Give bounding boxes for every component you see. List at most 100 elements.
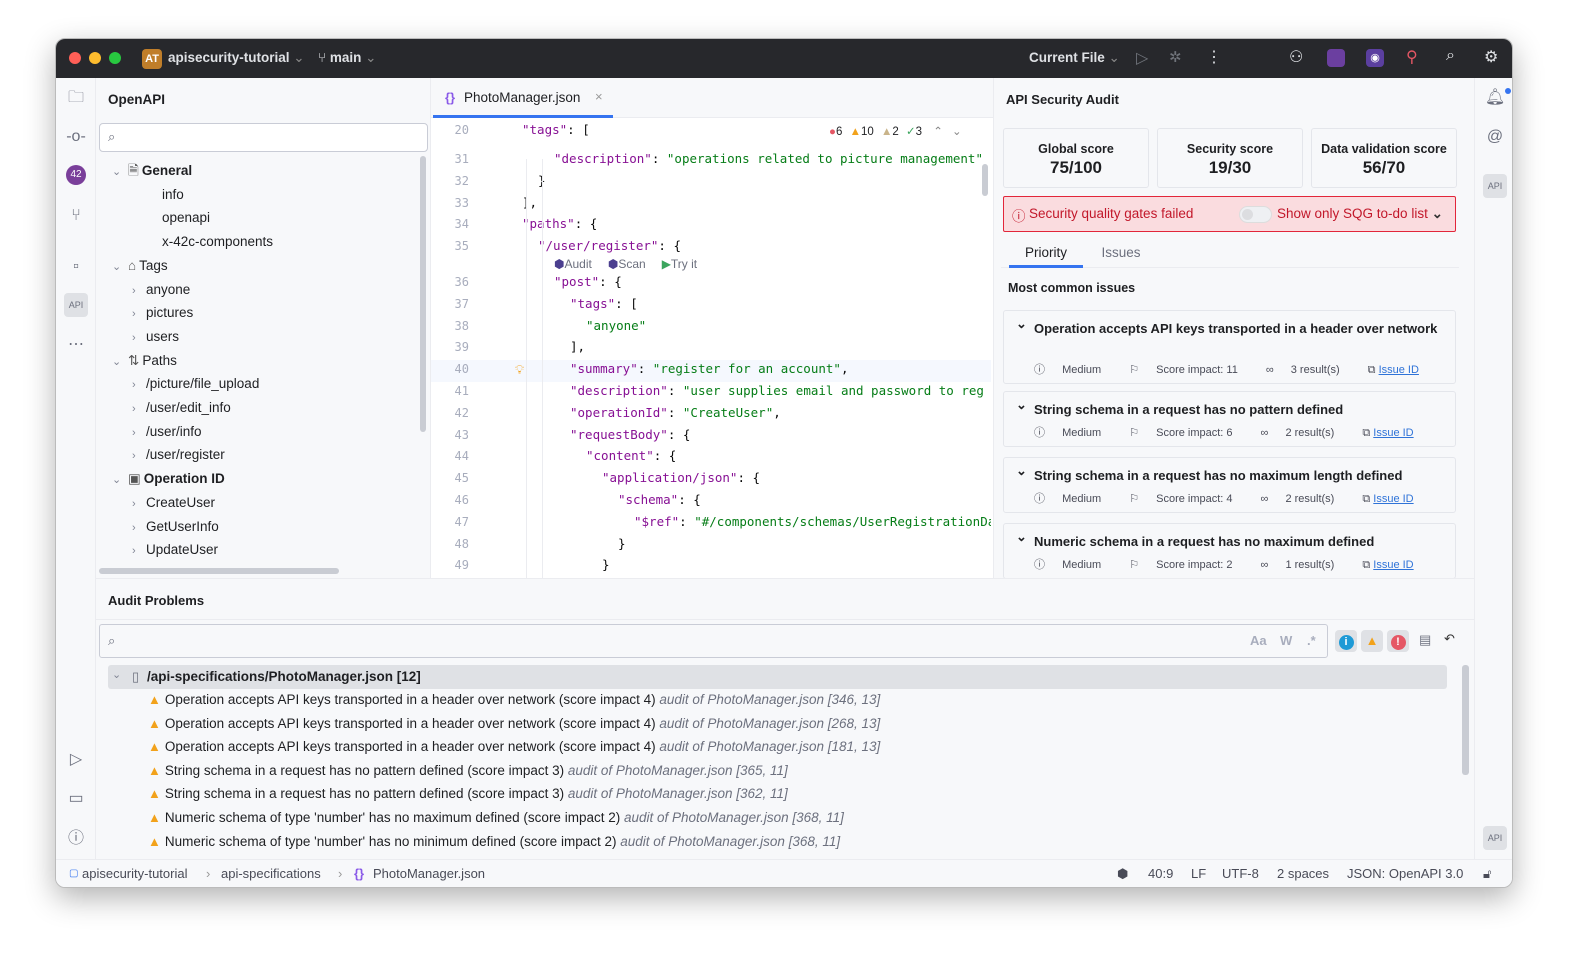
lightbulb-icon[interactable]: 💡︎ (515, 362, 524, 378)
issue-id-link[interactable]: Issue ID (1373, 493, 1413, 505)
tab-issues[interactable]: Issues (1091, 242, 1151, 268)
problem-row[interactable]: ▲ Operation accepts API keys transported … (148, 713, 880, 735)
code-line[interactable]: "tags": [ (522, 122, 590, 137)
code-line[interactable]: "application/json": { (602, 470, 760, 485)
chevron-down-icon[interactable]: ⌄ (1016, 316, 1027, 332)
tree-item[interactable]: openapi (148, 207, 210, 229)
run-config-selector[interactable]: Current File ⌄ (1029, 50, 1120, 66)
close-tab-icon[interactable]: × (595, 89, 603, 104)
tree-item[interactable]: ›/picture/file_upload (132, 373, 259, 395)
match-case-toggle[interactable]: Aa (1250, 633, 1267, 648)
encoding[interactable]: UTF-8 (1222, 860, 1259, 887)
file-type[interactable]: JSON: OpenAPI 3.0 (1347, 860, 1463, 887)
info-filter-button[interactable]: i (1335, 630, 1357, 652)
issue-id-link[interactable]: Issue ID (1373, 427, 1413, 439)
chevron-right-icon[interactable]: › (132, 422, 146, 444)
cursor-position[interactable]: 40:9 (1148, 860, 1173, 887)
chevron-right-icon[interactable]: › (132, 445, 146, 467)
issue-card[interactable]: ⌄ String schema in a request has no maxim… (1003, 457, 1456, 513)
codelens-scan[interactable]: ⬢Scan (608, 257, 646, 271)
more-icon[interactable]: ⋮ (1206, 47, 1222, 67)
tree-item[interactable]: › anyone (132, 279, 190, 301)
code-line[interactable]: "description": "operations related to pi… (554, 151, 983, 166)
chevron-right-icon[interactable]: › (132, 280, 146, 302)
tree-item[interactable]: ⌄ 🗎 General (112, 160, 192, 182)
lock-icon[interactable]: 🔓︎ (1483, 860, 1491, 887)
add-user-icon[interactable]: ⚇ (1289, 47, 1303, 67)
editor-scrollbar[interactable] (982, 164, 988, 196)
problems-search-input[interactable]: ⌕ Aa W .* (99, 624, 1328, 658)
code-line[interactable]: "requestBody": { (570, 427, 690, 442)
audit-plugin-icon[interactable] (1327, 49, 1345, 67)
openapi-search-input[interactable]: ⌕ (99, 123, 428, 152)
chevron-down-icon[interactable]: ⌄ (112, 469, 126, 491)
refresh-icon[interactable]: ↶ (1444, 631, 1455, 647)
tree-item[interactable]: ›/user/info (132, 421, 202, 443)
debug-icon[interactable]: ✲ (1169, 48, 1182, 66)
scan-plugin-icon[interactable]: ◉ (1366, 49, 1384, 67)
pull-requests-icon[interactable]: ⑂ (64, 204, 88, 228)
problems-scrollbar[interactable] (1462, 665, 1469, 775)
tree-item[interactable]: › users (132, 326, 179, 348)
breadcrumb-folder[interactable]: api-specifications (221, 860, 321, 887)
more-tools-icon[interactable]: ⋯ (64, 333, 88, 357)
issue-id-link[interactable]: Issue ID (1379, 364, 1419, 376)
code-line[interactable]: ], (570, 339, 585, 354)
issue-id-link[interactable]: Issue ID (1373, 559, 1413, 571)
chevron-right-icon[interactable]: › (132, 327, 146, 349)
tree-vertical-scrollbar[interactable] (420, 156, 426, 432)
code-line[interactable]: "description": "user supplies email and … (570, 383, 984, 398)
chevron-right-icon[interactable]: › (132, 540, 146, 562)
code-search-icon[interactable]: ⚲ (1406, 47, 1418, 67)
chevron-down-icon[interactable]: ⌄ (112, 351, 126, 373)
codelens-audit[interactable]: ⬢Audit (554, 257, 592, 271)
run-icon[interactable]: ▷ (1136, 48, 1148, 68)
tree-item[interactable]: ⌄ ⇅ Paths (112, 350, 177, 372)
chevron-right-icon[interactable]: › (132, 398, 146, 420)
problem-row[interactable]: ▲ String schema in a request has no patte… (148, 783, 788, 805)
tree-item[interactable]: › UpdateUser (132, 539, 218, 561)
chevron-down-icon[interactable]: ⌄ (1016, 463, 1027, 479)
api-audit-bottom-icon[interactable]: API (1483, 826, 1507, 850)
chevron-right-icon[interactable]: › (132, 517, 146, 539)
tree-horizontal-scrollbar[interactable] (99, 568, 339, 574)
problem-row[interactable]: ▲ Operation accepts API keys transported … (148, 736, 880, 758)
error-filter-button[interactable]: ! (1387, 630, 1409, 652)
tree-item[interactable]: › pictures (132, 302, 193, 324)
search-icon[interactable]: ⌕ (1446, 47, 1455, 65)
problem-row[interactable]: ▲ Numeric schema of type 'number' has no … (148, 831, 840, 853)
chevron-down-icon[interactable]: ⌄ (112, 161, 126, 183)
tree-item[interactable]: ›/user/edit_info (132, 397, 231, 419)
chevron-right-icon[interactable]: › (132, 374, 146, 396)
breadcrumb-project[interactable]: apisecurity-tutorial (82, 860, 188, 887)
codelens-try-it[interactable]: ▶Try it (662, 257, 697, 271)
code-line[interactable]: "schema": { (618, 492, 701, 507)
code-line[interactable]: "content": { (586, 448, 676, 463)
problem-row[interactable]: ▲ String schema in a request has no patte… (148, 760, 788, 782)
warning-filter-button[interactable]: ▲ (1361, 630, 1383, 652)
tree-item[interactable]: › CreateUser (132, 492, 215, 514)
code-line[interactable]: "post": { (554, 274, 622, 289)
42crunch-icon[interactable]: 42 (66, 165, 86, 185)
regex-toggle[interactable]: .* (1307, 633, 1316, 648)
chevron-down-icon[interactable]: ⌄ (112, 256, 126, 278)
branch-selector[interactable]: ⑂ main ⌄ (318, 50, 376, 66)
file-group-row[interactable]: ⌄ ▯ /api-specifications/PhotoManager.jso… (108, 665, 1447, 689)
tree-item[interactable]: x-42c-components (148, 231, 273, 253)
file-filter-icon[interactable]: ▤ (1419, 632, 1431, 648)
notifications-icon[interactable]: 🔔︎ (1483, 86, 1507, 110)
issue-card[interactable]: ⌄ Operation accepts API keys transported … (1003, 310, 1456, 384)
problem-row[interactable]: ▲ Operation accepts API keys transported … (148, 689, 880, 711)
settings-icon[interactable]: ⚙ (1484, 47, 1498, 67)
code-line[interactable]: } (618, 536, 626, 551)
line-ending[interactable]: LF (1191, 860, 1206, 887)
structure-icon[interactable]: ▫ (64, 255, 88, 279)
folder-icon[interactable]: 🗀 (64, 86, 88, 110)
commit-icon[interactable]: -o- (64, 125, 88, 149)
code-line[interactable]: ], (522, 195, 537, 210)
code-line[interactable]: } (602, 557, 610, 572)
whole-word-toggle[interactable]: W (1280, 633, 1292, 648)
services-icon[interactable]: ▷ (64, 748, 88, 772)
tree-item[interactable]: info (148, 184, 184, 206)
chevron-right-icon[interactable]: › (132, 493, 146, 515)
